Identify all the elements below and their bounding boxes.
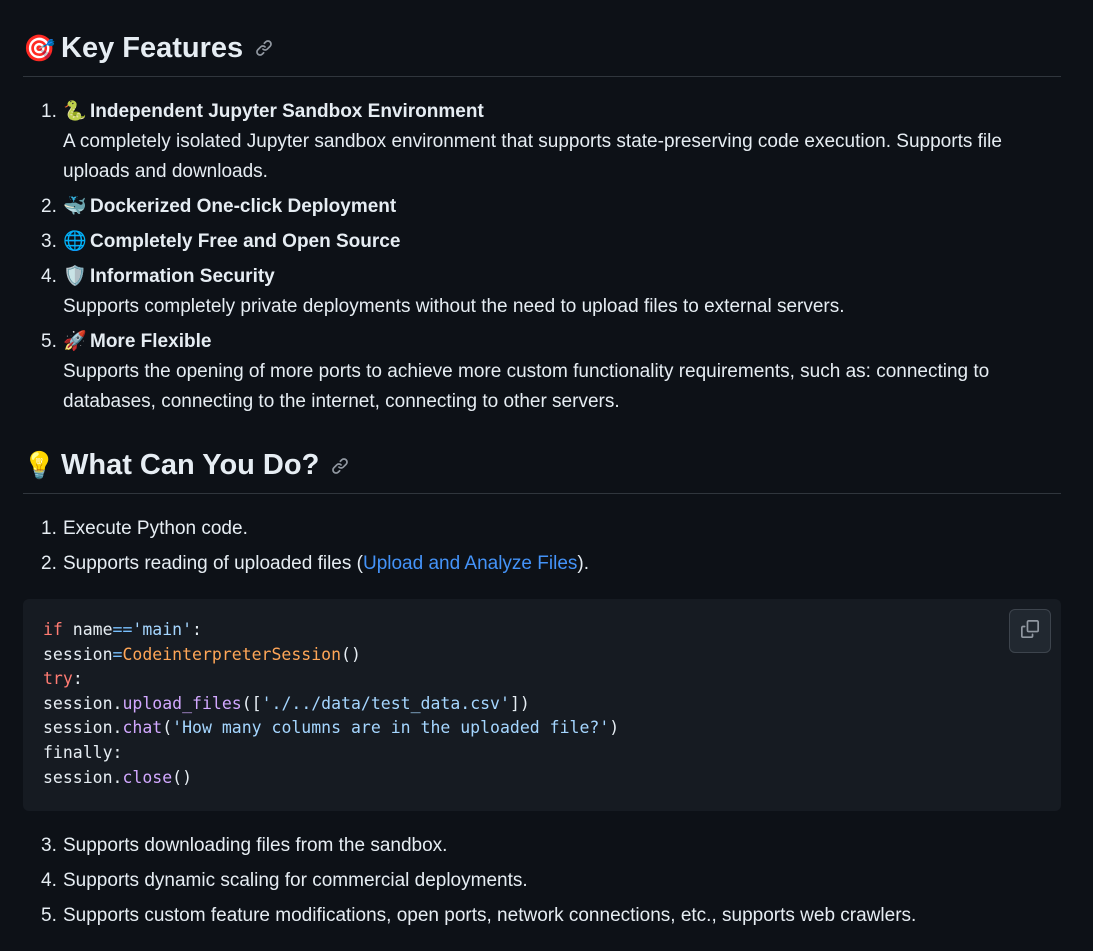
what-can-you-do-title: What Can You Do? [61,449,320,481]
list-item-text: Execute Python code. [63,518,248,539]
globe-icon: 🌐 [63,231,87,252]
rocket-icon: 🚀 [63,331,87,352]
feature-title: 🌐 Completely Free and Open Source [63,227,1061,257]
whale-icon: 🐳 [63,196,87,217]
capabilities-list: 1. Execute Python code. 2. Supports read… [23,514,1061,584]
list-number: 2. [41,196,57,217]
light-bulb-icon: 💡 [23,450,56,480]
list-item: 5. 🚀 More Flexible Supports the opening o… [23,327,1061,417]
code-line: finally: [43,742,123,762]
list-item: 1. Execute Python code. [23,514,1061,544]
list-item: 3. Supports downloading files from the s… [23,831,1061,861]
link-icon[interactable] [255,39,273,57]
copy-button[interactable] [1009,609,1051,653]
list-item-text: Supports reading of uploaded files ( [63,553,363,574]
feature-title: 🛡️ Information Security [63,262,1061,292]
target-icon: 🎯 [23,32,56,63]
feature-description: A completely isolated Jupyter sandbox en… [63,131,1002,182]
key-features-list: 1. 🐍 Independent Jupyter Sandbox Environm… [23,97,1061,422]
list-item: 2. Supports reading of uploaded files (U… [23,549,1061,579]
list-item: 5. Supports custom feature modifications… [23,901,1061,931]
list-number: 2. [41,553,57,574]
list-item: 4. 🛡️ Information Security Supports compl… [23,262,1061,322]
feature-title: 🚀 More Flexible [63,327,1061,357]
feature-title: 🐍 Independent Jupyter Sandbox Environment [63,97,1061,127]
list-number: 1. [41,518,57,539]
list-item-text-suffix: ). [577,553,590,574]
feature-title: 🐳 Dockerized One-click Deployment [63,192,1061,222]
list-number: 1. [41,101,57,122]
copy-icon [1021,619,1039,643]
shield-icon: 🛡️ [63,266,87,287]
upload-and-analyze-files-link[interactable]: Upload and Analyze Files [363,553,577,574]
code-line: session.chat('How many columns are in th… [43,718,620,738]
list-item-text: Supports dynamic scaling for commercial … [63,870,528,891]
snake-icon: 🐍 [63,101,87,122]
list-item: 2. 🐳 Dockerized One-click Deployment [23,192,1061,222]
list-number: 3. [41,835,57,856]
list-item-text: Supports custom feature modifications, o… [63,905,917,926]
feature-title-text: More Flexible [90,331,212,352]
feature-description: Supports the opening of more ports to ac… [63,361,990,412]
feature-description: Supports completely private deployments … [63,296,845,317]
link-icon[interactable] [331,457,349,475]
code-block: if name=='main': session=Codeinterpreter… [23,599,1061,811]
capabilities-list-continued: 3. Supports downloading files from the s… [23,831,1061,936]
code-line: try: [43,669,83,689]
code-line: session.upload_files(['./../data/test_da… [43,693,530,713]
code-line: if name=='main': [43,620,202,639]
list-item: 4. Supports dynamic scaling for commerci… [23,866,1061,896]
list-item-text: Supports downloading files from the sand… [63,835,448,856]
list-item: 1. 🐍 Independent Jupyter Sandbox Environm… [23,97,1061,187]
code-line: session.close() [43,767,193,787]
list-number: 5. [41,905,57,926]
list-number: 4. [41,266,57,287]
feature-title-text: Independent Jupyter Sandbox Environment [90,101,484,122]
feature-title-text: Information Security [90,266,275,287]
list-item: 3. 🌐 Completely Free and Open Source [23,227,1061,257]
code-line: session=CodeinterpreterSession() [43,644,361,664]
code-content: if name=='main': session=Codeinterpreter… [43,618,619,790]
feature-title-text: Completely Free and Open Source [90,231,401,252]
list-number: 3. [41,231,57,252]
key-features-title: Key Features [61,31,244,64]
key-features-heading: 🎯 Key Features [23,28,1061,77]
feature-title-text: Dockerized One-click Deployment [90,196,397,217]
what-can-you-do-heading: 💡 What Can You Do? [23,446,1061,494]
list-number: 5. [41,331,57,352]
list-number: 4. [41,870,57,891]
